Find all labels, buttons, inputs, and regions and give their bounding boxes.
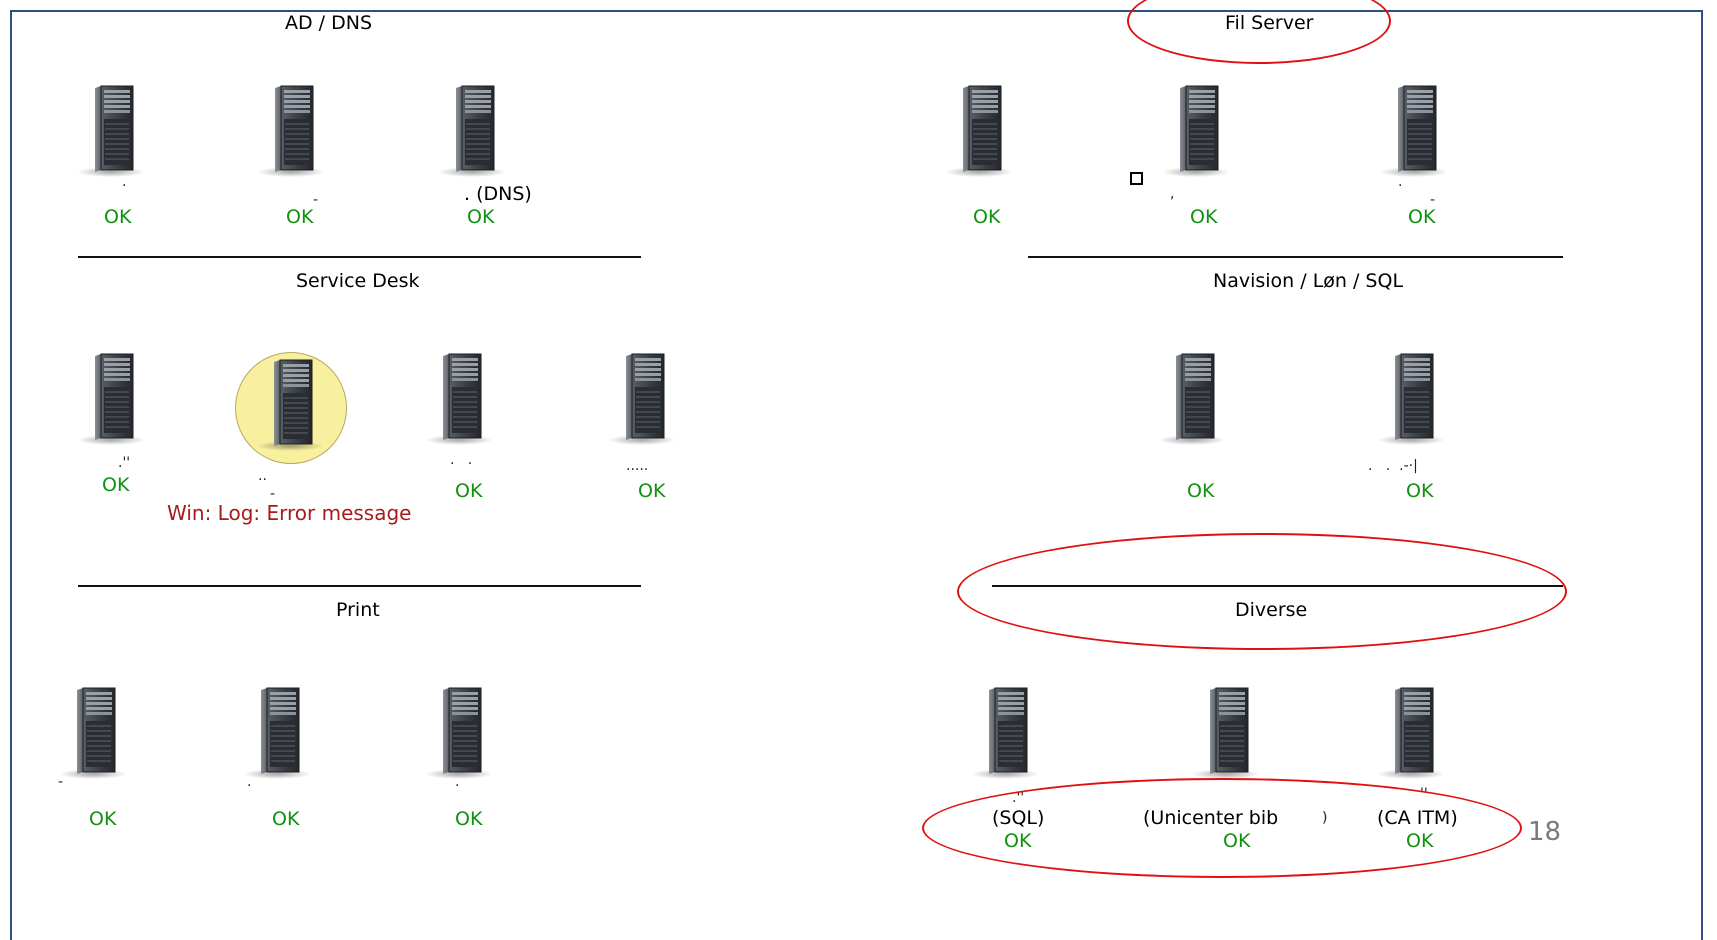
- server-icon-alert[interactable]: [254, 358, 322, 452]
- server-icon[interactable]: [423, 686, 491, 780]
- server-icon[interactable]: [75, 352, 143, 446]
- server-icon[interactable]: [1190, 686, 1258, 780]
- annotation-ellipse-diverse: [957, 533, 1567, 650]
- server-icon[interactable]: [1156, 352, 1224, 446]
- status-ok: OK: [1187, 480, 1215, 502]
- status-ok: OK: [1190, 206, 1218, 228]
- selection-checkbox[interactable]: [1130, 172, 1143, 185]
- server-icon[interactable]: [423, 352, 491, 446]
- server-label: ..: [258, 468, 267, 484]
- status-ok: OK: [272, 808, 300, 830]
- status-ok: OK: [1406, 480, 1434, 502]
- server-icon[interactable]: [75, 84, 143, 178]
- group-title-service-desk: Service Desk: [296, 270, 420, 292]
- server-icon[interactable]: [255, 84, 323, 178]
- server-label: . .: [450, 452, 473, 468]
- server-label: ,: [1170, 186, 1175, 202]
- group-title-ad-dns: AD / DNS: [285, 12, 373, 34]
- error-message: Win: Log: Error message: [167, 501, 412, 525]
- status-ok: OK: [638, 480, 666, 502]
- status-ok: OK: [286, 206, 314, 228]
- server-icon[interactable]: [943, 84, 1011, 178]
- server-label: .: [1398, 174, 1403, 190]
- server-icon[interactable]: [1375, 352, 1443, 446]
- server-label: -: [313, 192, 319, 208]
- status-ok: OK: [455, 808, 483, 830]
- server-label: .: [247, 774, 252, 790]
- status-ok: OK: [1408, 206, 1436, 228]
- server-icon[interactable]: [969, 686, 1037, 780]
- status-ok: OK: [89, 808, 117, 830]
- server-label: .: [455, 774, 460, 790]
- status-ok: OK: [973, 206, 1001, 228]
- server-label: . . .-·|: [1368, 458, 1418, 474]
- server-icon[interactable]: [1378, 84, 1446, 178]
- server-label: -: [270, 486, 276, 502]
- server-icon[interactable]: [57, 686, 125, 780]
- server-icon[interactable]: [436, 84, 504, 178]
- server-icon[interactable]: [1375, 686, 1443, 780]
- group-divider: [78, 256, 641, 258]
- server-icon[interactable]: [1160, 84, 1228, 178]
- group-title-print: Print: [336, 599, 380, 621]
- server-label: -: [58, 774, 64, 790]
- annotation-ellipse-diverse-servers: [922, 778, 1522, 878]
- status-ok: OK: [467, 206, 495, 228]
- slide-page-number: 18: [1528, 817, 1562, 847]
- status-ok: OK: [455, 480, 483, 502]
- group-divider: [1028, 256, 1563, 258]
- group-divider: [78, 585, 641, 587]
- server-label: .'': [118, 455, 131, 471]
- group-title-navision: Navision / Løn / SQL: [1213, 270, 1404, 292]
- server-icon[interactable]: [241, 686, 309, 780]
- server-icon[interactable]: [606, 352, 674, 446]
- server-label: . (DNS): [464, 183, 532, 205]
- server-label: .....: [626, 458, 649, 474]
- status-ok: OK: [104, 206, 132, 228]
- server-label: .: [122, 174, 127, 190]
- status-ok: OK: [102, 474, 130, 496]
